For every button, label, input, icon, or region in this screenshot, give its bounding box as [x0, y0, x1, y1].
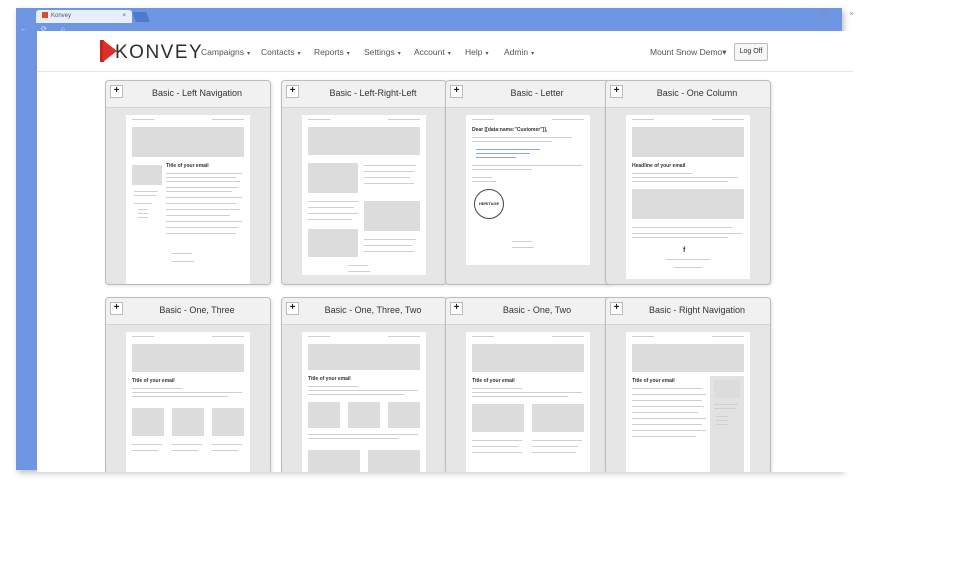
nav-contacts[interactable]: Contacts ▾	[261, 31, 301, 71]
chevron-down-icon: ▾	[722, 47, 727, 57]
nav-reports[interactable]: Reports ▾	[314, 31, 350, 71]
template-preview: Title of your email	[466, 332, 590, 472]
template-preview: Title of your email	[302, 332, 426, 472]
template-title: Basic - One, Three, Two	[324, 305, 422, 315]
template-card-letter[interactable]: + Basic - Letter Dear [[data:name:"Custom…	[445, 80, 611, 285]
nav-label: Settings	[364, 47, 395, 57]
logo-text[interactable]: KONVEY	[115, 42, 203, 64]
nav-campaigns[interactable]: Campaigns ▾	[201, 31, 250, 71]
nav-label: Account	[414, 47, 445, 57]
window-controls[interactable]: – ▢ ×	[795, 10, 863, 18]
template-preview: Dear [[data:name:"Customer"]], HERITAGE	[466, 115, 590, 265]
nav-label: Reports	[314, 47, 344, 57]
template-title: Basic - One, Three	[159, 305, 235, 315]
thumb-heading: Title of your email	[472, 378, 515, 384]
add-template-icon[interactable]: +	[610, 302, 623, 315]
template-card-one-column[interactable]: + Basic - One Column Headline of your ema…	[605, 80, 771, 285]
template-card-one-two[interactable]: + Basic - One, Two Title of your email	[445, 297, 611, 472]
heritage-badge-icon: HERITAGE	[474, 189, 504, 219]
template-preview: Headline of your email f	[626, 115, 750, 279]
template-title: Basic - Left-Right-Left	[329, 88, 417, 98]
tab-close-icon[interactable]: ×	[122, 10, 126, 23]
thumb-heading: Dear [[data:name:"Customer"]],	[472, 127, 548, 133]
template-title: Basic - One Column	[656, 88, 738, 98]
template-preview: Title of your email	[126, 115, 250, 284]
nav-label: Admin	[504, 47, 529, 57]
tab-title: Konvey	[51, 13, 72, 19]
nav-account[interactable]: Account ▾	[414, 31, 451, 71]
template-card-one-three-two[interactable]: + Basic - One, Three, Two Title of your e…	[281, 297, 447, 472]
thumb-heading: Title of your email	[166, 163, 209, 169]
nav-admin[interactable]: Admin ▾	[504, 31, 534, 71]
add-template-icon[interactable]: +	[450, 302, 463, 315]
chevron-down-icon: ▾	[247, 51, 251, 57]
logoff-button[interactable]: Log Off	[734, 43, 768, 61]
app-header: KONVEY Campaigns ▾ Contacts ▾ Reports ▾ Set…	[37, 31, 853, 72]
browser-tab[interactable]: Konvey ×	[36, 10, 132, 23]
add-template-icon[interactable]: +	[286, 85, 299, 98]
chevron-down-icon: ▾	[297, 51, 301, 57]
org-selector[interactable]: Mount Snow Demo▾	[650, 31, 727, 73]
new-tab-button[interactable]	[132, 12, 150, 22]
thumb-heading: Headline of your email	[632, 163, 686, 169]
add-template-icon[interactable]: +	[450, 85, 463, 98]
org-selector-label: Mount Snow Demo	[650, 47, 723, 57]
template-title: Basic - One, Two	[502, 305, 572, 315]
template-card-right-navigation[interactable]: + Basic - Right Navigation Title of your …	[605, 297, 771, 472]
template-preview	[302, 115, 426, 275]
thumb-heading: Title of your email	[308, 376, 351, 382]
favicon-icon	[42, 12, 48, 19]
nav-label: Campaigns	[201, 47, 244, 57]
template-title: Basic - Right Navigation	[648, 305, 746, 315]
chevron-down-icon: ▾	[346, 51, 350, 57]
template-preview: Title of your email	[126, 332, 250, 472]
nav-help[interactable]: Help ▾	[465, 31, 489, 71]
template-title: Basic - Letter	[510, 88, 564, 98]
chevron-down-icon: ▾	[485, 51, 489, 57]
thumb-heading: Title of your email	[132, 378, 175, 384]
template-card-one-three[interactable]: + Basic - One, Three Title of your email	[105, 297, 271, 472]
add-template-icon[interactable]: +	[110, 302, 123, 315]
add-template-icon[interactable]: +	[286, 302, 299, 315]
thumb-heading: Title of your email	[632, 378, 675, 384]
template-preview: Title of your email	[626, 332, 750, 472]
nav-settings[interactable]: Settings ▾	[364, 31, 401, 71]
chevron-down-icon: ▾	[447, 51, 451, 57]
chevron-down-icon: ▾	[531, 51, 535, 57]
template-gallery: + Basic - Left Navigation Title of your e…	[37, 72, 853, 472]
template-card-left-right-left[interactable]: + Basic - Left-Right-Left	[281, 80, 447, 285]
page: KONVEY Campaigns ▾ Contacts ▾ Reports ▾ Set…	[37, 31, 853, 472]
add-template-icon[interactable]: +	[610, 85, 623, 98]
nav-label: Help	[465, 47, 483, 57]
template-card-left-navigation[interactable]: + Basic - Left Navigation Title of your e…	[105, 80, 271, 285]
add-template-icon[interactable]: +	[110, 85, 123, 98]
chevron-down-icon: ▾	[397, 51, 401, 57]
nav-label: Contacts	[261, 47, 295, 57]
template-title: Basic - Left Navigation	[151, 88, 243, 98]
